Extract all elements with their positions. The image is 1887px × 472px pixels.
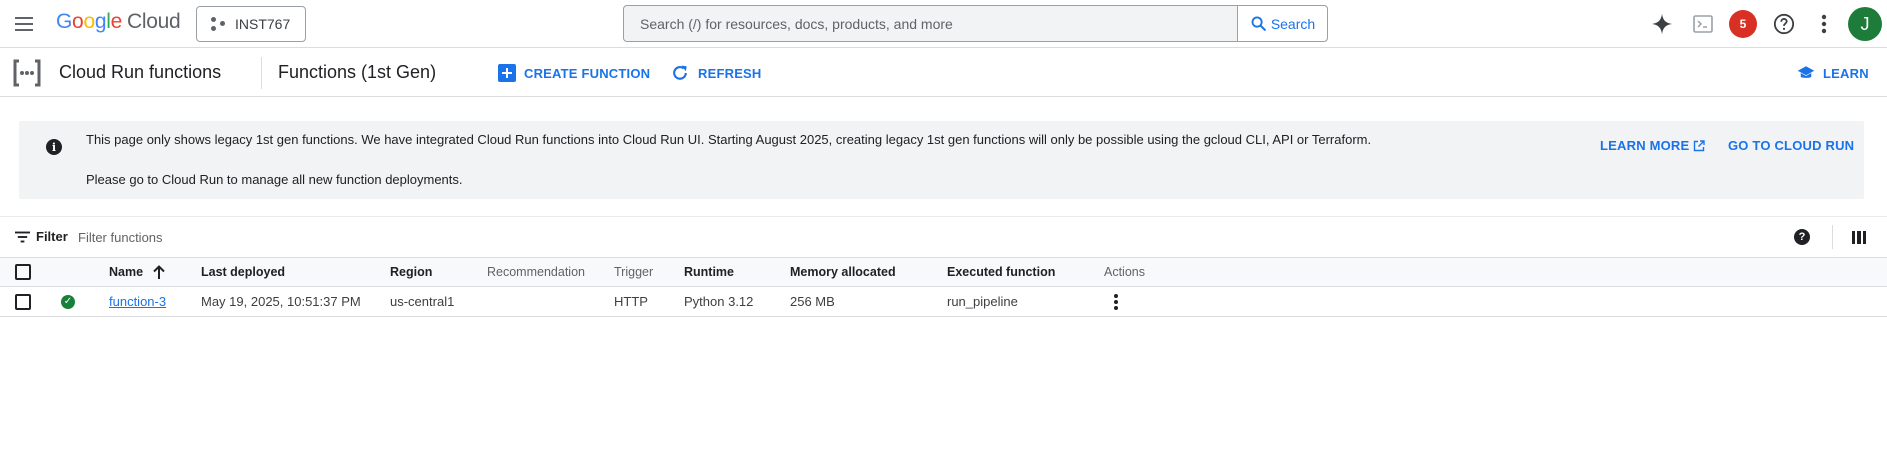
refresh-icon — [673, 65, 687, 80]
banner-message-secondary: Please go to Cloud Run to manage all new… — [86, 172, 463, 187]
cloud-run-functions-icon — [13, 59, 41, 87]
search-button-label: Search — [1270, 15, 1316, 32]
last-deployed-cell: May 19, 2025, 10:51:37 PM — [201, 294, 361, 309]
project-name: INST767 — [235, 16, 291, 32]
filter-button[interactable]: Filter — [15, 229, 68, 244]
filter-help-icon[interactable]: ? — [1794, 229, 1810, 245]
logo-letter: o — [83, 10, 95, 33]
column-header-region[interactable]: Region — [390, 258, 432, 286]
cloud-shell-icon[interactable] — [1689, 10, 1717, 38]
row-actions-menu-icon[interactable] — [1106, 293, 1126, 310]
gemini-sparkle-icon[interactable] — [1648, 10, 1676, 38]
search-bar: Search — [623, 5, 1328, 42]
column-header-executed-function[interactable]: Executed function — [947, 258, 1055, 286]
column-header-recommendation[interactable]: Recommendation — [487, 258, 585, 286]
notifications-badge[interactable]: 5 — [1729, 10, 1757, 38]
learn-more-label: LEARN MORE — [1600, 138, 1690, 153]
column-display-icon[interactable] — [1852, 231, 1866, 244]
learn-button[interactable]: LEARN — [1797, 61, 1869, 85]
sort-arrow-up-icon — [153, 265, 165, 279]
select-all-cell — [15, 258, 31, 286]
column-header-name[interactable]: Name — [109, 258, 165, 286]
column-header-trigger[interactable]: Trigger — [614, 258, 653, 286]
learn-more-link[interactable]: LEARN MORE — [1600, 138, 1706, 153]
logo-suffix: Cloud — [126, 10, 181, 33]
region-cell: us-central1 — [390, 294, 455, 309]
add-box-icon — [498, 64, 516, 82]
page-title: Functions (1st Gen) — [278, 62, 437, 82]
memory-cell: 256 MB — [790, 294, 835, 309]
refresh-button[interactable]: REFRESH — [670, 61, 762, 85]
page-header: Cloud Run functions Functions (1st Gen) … — [0, 49, 1887, 97]
logo-letter: o — [72, 10, 84, 33]
trigger-cell: HTTP — [614, 294, 648, 309]
notification-count: 5 — [1729, 10, 1757, 38]
school-icon — [1797, 66, 1815, 78]
project-icon — [211, 17, 225, 31]
search-input[interactable] — [624, 6, 1237, 41]
project-picker-button[interactable]: INST767 — [196, 6, 306, 42]
more-vert-icon[interactable] — [1810, 10, 1838, 38]
menu-icon[interactable] — [10, 10, 38, 38]
go-to-cloud-run-link[interactable]: GO TO CLOUD RUN — [1728, 138, 1854, 153]
check-circle-icon: ✓ — [61, 294, 75, 309]
legacy-info-banner: i This page only shows legacy 1st gen fu… — [19, 121, 1864, 199]
logo-letter: g — [94, 10, 107, 33]
header-divider — [261, 57, 262, 89]
info-icon: i — [46, 139, 62, 155]
top-bar: GoogleCloud INST767 Search 5 J — [0, 0, 1887, 48]
status-cell: ✓ — [61, 287, 75, 316]
refresh-label: REFRESH — [698, 65, 762, 81]
filter-input[interactable] — [78, 225, 1078, 249]
search-button[interactable]: Search — [1237, 6, 1327, 41]
select-all-checkbox[interactable] — [15, 264, 31, 280]
row-checkbox[interactable] — [15, 293, 31, 310]
help-icon[interactable] — [1770, 10, 1798, 38]
functions-table: Name Last deployed Region Recommendation… — [0, 257, 1887, 317]
logo-letter: e — [110, 10, 123, 33]
search-icon — [1251, 16, 1266, 31]
column-header-last-deployed[interactable]: Last deployed — [201, 258, 285, 286]
table-row: ✓ function-3 May 19, 2025, 10:51:37 PM u… — [0, 287, 1887, 317]
logo-letter: G — [56, 10, 73, 33]
go-to-cloud-run-label: GO TO CLOUD RUN — [1728, 138, 1855, 153]
column-header-label: Name — [109, 265, 144, 279]
create-function-button[interactable]: CREATE FUNCTION — [498, 61, 650, 85]
function-name-link[interactable]: function-3 — [109, 294, 166, 309]
row-select-cell — [15, 287, 31, 316]
column-header-actions: Actions — [1104, 265, 1145, 279]
product-name: Cloud Run functions — [59, 62, 222, 82]
column-header-runtime[interactable]: Runtime — [684, 258, 734, 286]
filter-label: Filter — [36, 229, 68, 244]
filter-list-icon — [15, 231, 30, 242]
runtime-cell: Python 3.12 — [684, 294, 754, 309]
column-header-memory[interactable]: Memory allocated — [790, 258, 896, 286]
filter-bar-divider — [1832, 225, 1833, 249]
actions-cell — [1106, 287, 1126, 316]
google-cloud-logo[interactable]: Go o g l e Cloud — [56, 10, 181, 34]
learn-label: LEARN — [1823, 65, 1869, 81]
banner-message: This page only shows legacy 1st gen func… — [86, 132, 1372, 147]
filter-bar: Filter ? — [0, 216, 1887, 257]
executed-function-cell: run_pipeline — [947, 294, 1018, 309]
open-in-new-icon — [1694, 139, 1706, 151]
avatar[interactable]: J — [1848, 7, 1882, 41]
create-function-label: CREATE FUNCTION — [524, 65, 651, 81]
function-name-cell: function-3 — [109, 287, 166, 316]
table-header-row: Name Last deployed Region Recommendation… — [0, 257, 1887, 287]
